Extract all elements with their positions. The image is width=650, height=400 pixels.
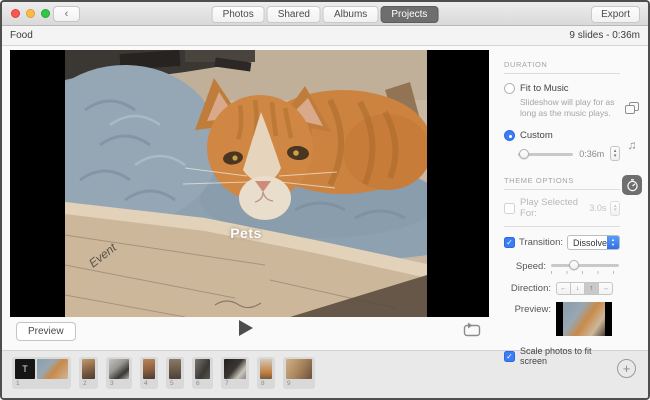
slide-number: 2	[83, 380, 87, 387]
fit-to-music-radio[interactable]	[504, 83, 515, 94]
tab-shared[interactable]: Shared	[266, 6, 321, 23]
scale-photos-checkbox[interactable]: ✓	[504, 350, 515, 362]
window-controls	[11, 9, 50, 18]
custom-radio[interactable]	[504, 130, 515, 141]
scale-photos-option[interactable]: ✓ Scale photos to fit screen	[504, 346, 620, 366]
filmstrip-slide-4[interactable]: 4	[140, 357, 158, 389]
tab-projects[interactable]: Projects	[380, 6, 439, 23]
speed-ticks	[551, 271, 619, 274]
project-title: Food	[10, 30, 33, 41]
view-tabs: Photos Shared Albums Projects	[211, 6, 439, 23]
music-icon[interactable]: ♫	[628, 139, 637, 151]
play-icon[interactable]	[239, 320, 253, 336]
play-selected-option: Play Selected For: 3.0s ▲ ▼	[504, 197, 620, 219]
cat-photo-illustration: Event	[65, 50, 427, 317]
divider	[504, 226, 620, 227]
direction-row: Direction: ← ↓ ↑ →	[504, 282, 620, 295]
divider	[504, 189, 620, 190]
fit-to-music-label: Fit to Music	[520, 83, 569, 94]
direction-option-0[interactable]: ←	[556, 282, 571, 295]
custom-label: Custom	[520, 130, 553, 141]
duration-slider[interactable]	[518, 148, 574, 159]
title-bar: ‹ Photos Shared Albums Projects Export	[2, 2, 648, 26]
slides-summary: 9 slides - 0:36m	[569, 30, 640, 41]
slide-photo-thumbnail[interactable]	[82, 359, 95, 379]
slide-photo-thumbnail[interactable]	[260, 359, 272, 379]
preview-label: Preview:	[514, 304, 551, 315]
slide-number: 4	[144, 380, 148, 387]
zoom-window-button[interactable]	[41, 9, 50, 18]
direction-label: Direction:	[510, 283, 551, 294]
themes-icon[interactable]	[624, 102, 640, 115]
preview-row: Preview:	[504, 302, 620, 336]
slide-number: 8	[261, 380, 265, 387]
slide-title-overlay: Pets	[230, 225, 262, 241]
transition-label: Transition:	[519, 237, 563, 248]
play-selected-checkbox[interactable]	[504, 202, 515, 214]
slideshow-canvas[interactable]: Event Pets	[10, 50, 489, 317]
project-header: Food 9 slides - 0:36m	[2, 26, 648, 46]
play-selected-value: 3.0s	[589, 203, 607, 213]
slide-number: 7	[225, 380, 229, 387]
direction-option-3[interactable]: →	[598, 282, 613, 295]
play-selected-stepper: ▲ ▼	[610, 200, 620, 216]
transition-value: Dissolve	[573, 237, 608, 248]
filmstrip-slide-1[interactable]: T1	[12, 357, 71, 389]
close-window-button[interactable]	[11, 9, 20, 18]
custom-duration-option[interactable]: Custom	[504, 130, 620, 141]
play-selected-label: Play Selected For:	[520, 197, 579, 219]
duration-icon[interactable]	[622, 175, 642, 195]
slide-number: 3	[110, 380, 114, 387]
speed-slider[interactable]	[551, 259, 619, 270]
filmstrip-slide-3[interactable]: 3	[106, 357, 132, 389]
duration-section-title: DURATION	[504, 60, 548, 69]
tab-albums[interactable]: Albums	[322, 6, 379, 23]
slide-photo-thumbnail[interactable]	[37, 359, 68, 379]
slide-photo-thumbnail[interactable]	[224, 359, 246, 379]
dropdown-arrows-icon: ▲ ▼	[607, 236, 619, 249]
fit-to-music-description: Slideshow will play for as long as the m…	[520, 97, 615, 118]
direction-option-1[interactable]: ↓	[570, 282, 585, 295]
slide-photo-thumbnail[interactable]	[109, 359, 129, 379]
loop-icon[interactable]	[462, 322, 482, 338]
transition-dropdown[interactable]: Dissolve ▲ ▼	[567, 235, 620, 250]
filmstrip-slide-6[interactable]: 6	[192, 357, 213, 389]
slide-photo-thumbnail[interactable]	[143, 359, 155, 379]
back-button[interactable]: ‹	[53, 6, 80, 22]
filmstrip-slide-5[interactable]: 5	[166, 357, 184, 389]
slide-number: 1	[16, 380, 20, 387]
speed-row: Speed:	[504, 259, 620, 274]
filmstrip-slides: T1 2 3 4 5 6 7 8 9	[12, 357, 315, 389]
preview-button[interactable]: Preview	[16, 322, 76, 341]
direction-segment: ← ↓ ↑ →	[556, 282, 613, 295]
filmstrip-slide-9[interactable]: 9	[283, 357, 315, 389]
export-button[interactable]: Export	[591, 6, 640, 23]
slide-title-thumbnail[interactable]: T	[15, 359, 35, 379]
slideshow-tools: ♫	[619, 102, 645, 195]
direction-option-2[interactable]: ↑	[584, 282, 599, 295]
slide-number: 9	[287, 380, 291, 387]
filmstrip-slide-7[interactable]: 7	[221, 357, 249, 389]
fit-to-music-option[interactable]: Fit to Music	[504, 83, 620, 94]
tab-photos[interactable]: Photos	[211, 6, 265, 23]
scale-photos-label: Scale photos to fit screen	[520, 346, 592, 366]
minimize-window-button[interactable]	[26, 9, 35, 18]
slide-number: 6	[196, 380, 200, 387]
filmstrip-slide-2[interactable]: 2	[79, 357, 98, 389]
theme-options-section-title: THEME OPTIONS	[504, 176, 574, 185]
divider	[504, 73, 620, 74]
speed-label: Speed:	[515, 261, 546, 272]
transition-row: ✓ Transition: Dissolve ▲ ▼	[504, 235, 620, 250]
slide-photo-thumbnail[interactable]	[286, 359, 312, 379]
transition-checkbox[interactable]: ✓	[504, 237, 515, 248]
transition-preview-thumbnail[interactable]	[556, 302, 612, 336]
slideshow-photo: Event Pets	[65, 50, 427, 317]
filmstrip-slide-8[interactable]: 8	[257, 357, 275, 389]
duration-value: 0:36m	[579, 148, 605, 159]
slide-photo-thumbnail[interactable]	[169, 359, 181, 379]
photos-app-window: ‹ Photos Shared Albums Projects Export Food…	[0, 0, 650, 400]
settings-sidebar: DURATION Fit to Music Slideshow will pla…	[494, 46, 648, 366]
slide-number: 5	[170, 380, 174, 387]
slide-photo-thumbnail[interactable]	[195, 359, 210, 379]
